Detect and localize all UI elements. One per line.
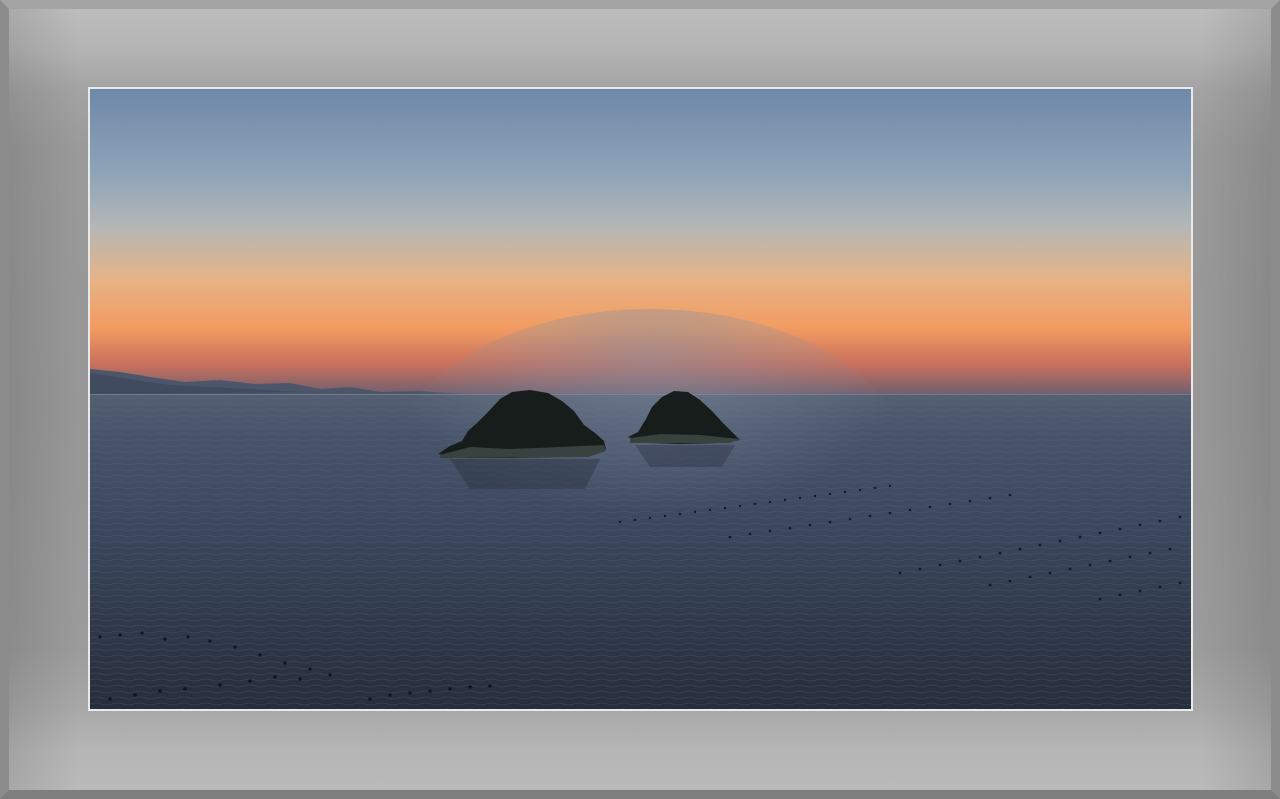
photo (88, 87, 1193, 711)
seascape-scene (90, 89, 1191, 709)
